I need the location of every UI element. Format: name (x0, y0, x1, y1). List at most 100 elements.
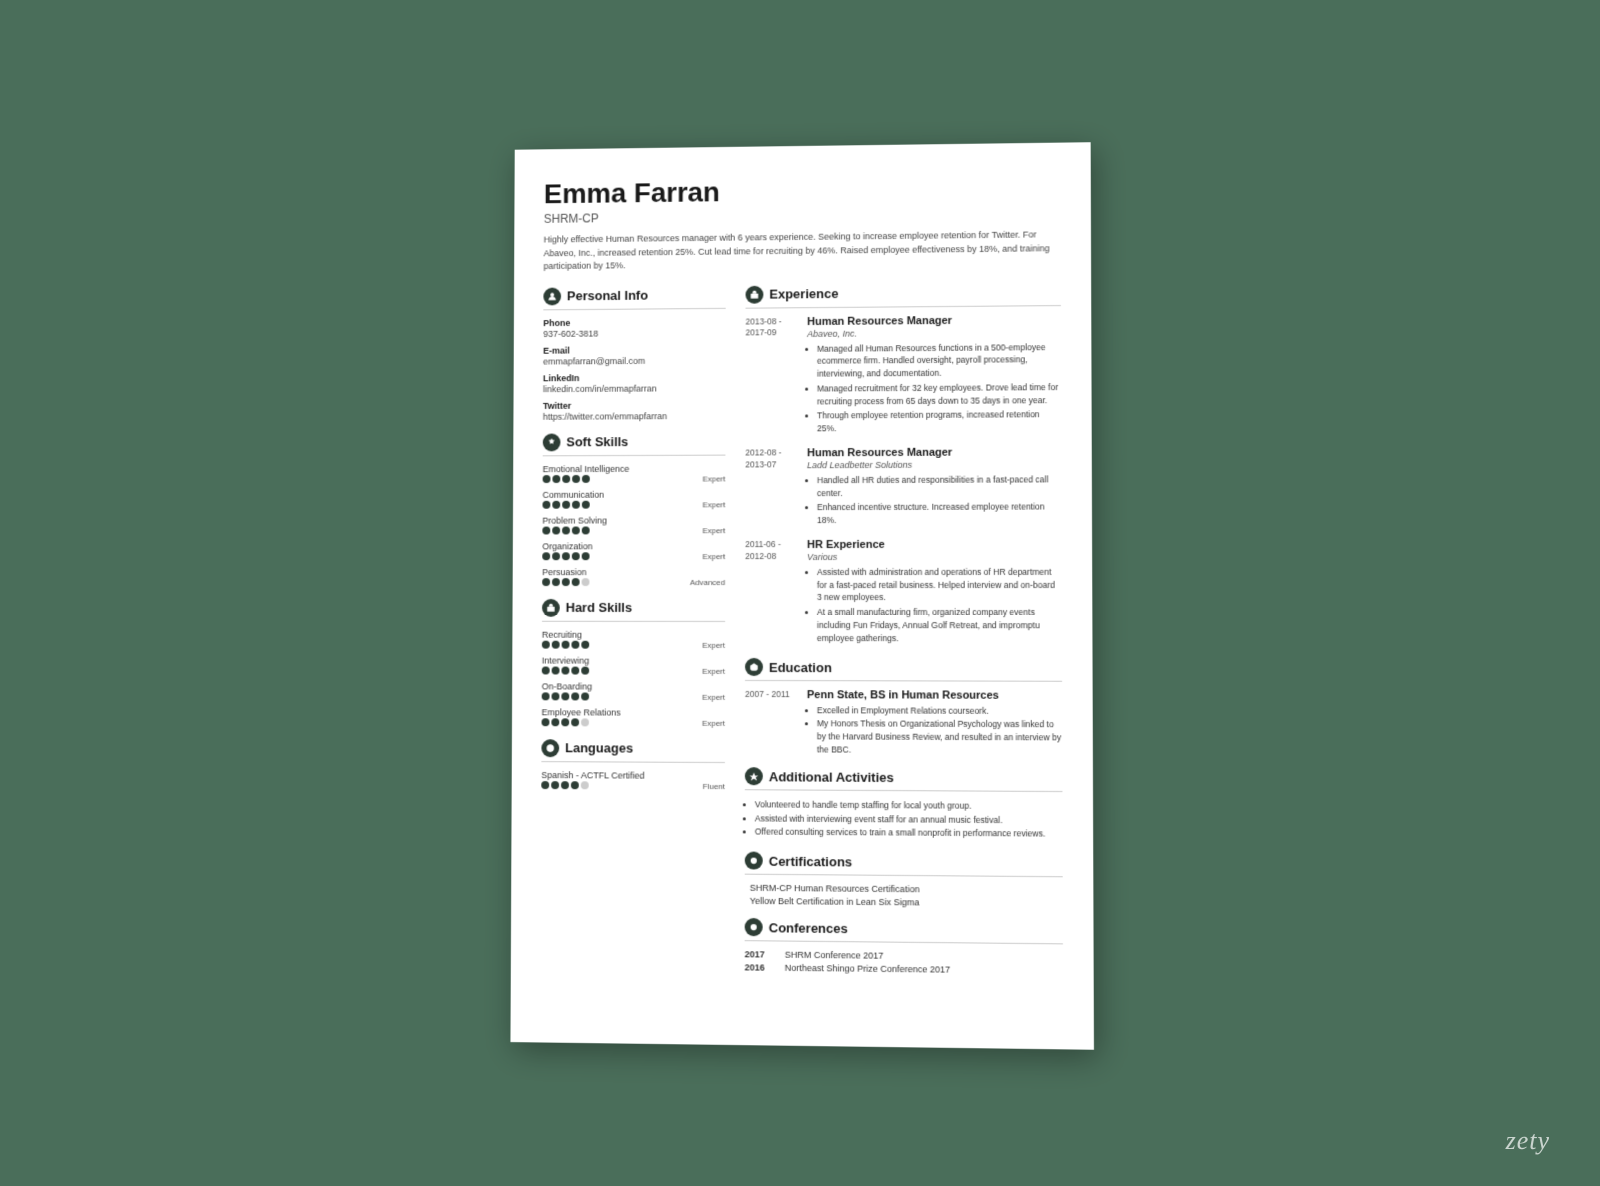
edu-bullets: Excelled in Employment Relations courseo… (807, 704, 1062, 756)
skill-dots-row: Expert (542, 666, 725, 675)
conf-name: SHRM Conference 2017 (785, 950, 884, 961)
languages-header: Languages (541, 739, 725, 763)
right-column: Experience 2013-08 - 2017-09 Human Resou… (745, 283, 1063, 979)
edu-bullet: Excelled in Employment Relations courseo… (817, 704, 1062, 718)
skill-row: Employee Relations Expert (542, 707, 725, 728)
experience-entry: 2011-06 - 2012-08 HR Experience Various … (745, 538, 1062, 646)
exp-bullets: Assisted with administration and operati… (807, 566, 1062, 645)
exp-dates: 2011-06 - 2012-08 (745, 539, 797, 646)
skill-level: Expert (702, 552, 725, 561)
language-dots-row: Fluent (541, 781, 725, 791)
skill-dots-row: Expert (542, 692, 725, 702)
exp-bullet: Managed recruitment for 32 key employees… (817, 381, 1061, 408)
exp-details: Human Resources Manager Abaveo, Inc. Man… (807, 314, 1061, 438)
conference-row: 2016 Northeast Shingo Prize Conference 2… (745, 962, 1063, 976)
skill-row: Persuasion Advanced (542, 567, 725, 587)
skill-name: On-Boarding (542, 681, 725, 691)
additional-activities-icon (745, 767, 763, 785)
certifications-title: Certifications (769, 853, 852, 869)
additional-activities-title: Additional Activities (769, 769, 894, 785)
skill-row: Interviewing Expert (542, 655, 725, 675)
hard-skills-icon (542, 598, 560, 616)
personal-info-title: Personal Info (567, 288, 648, 303)
soft-skills-title: Soft Skills (566, 434, 628, 449)
skill-dots-row: Expert (542, 718, 725, 728)
languages-icon (541, 739, 559, 757)
skill-level: Expert (702, 474, 725, 483)
skill-dots-row: Expert (542, 500, 725, 509)
skill-name: Organization (542, 541, 725, 551)
left-column: Personal Info Phone 937-602-3818 E-mail … (540, 286, 725, 976)
skill-name: Employee Relations (542, 707, 725, 718)
exp-bullet: At a small manufacturing firm, organized… (817, 606, 1062, 645)
language-name: Spanish - ACTFL Certified (541, 770, 725, 781)
languages-list: Spanish - ACTFL Certified Fluent (541, 770, 725, 791)
conf-year: 2016 (745, 962, 775, 972)
personal-info-icon (543, 287, 561, 305)
conferences-title: Conferences (769, 920, 848, 936)
personal-info-header: Personal Info (543, 286, 725, 310)
certifications-header: Certifications (745, 852, 1063, 878)
skill-dots-row: Expert (542, 552, 725, 561)
skill-row: Communication Expert (542, 489, 725, 509)
experience-list: 2013-08 - 2017-09 Human Resources Manage… (745, 314, 1062, 647)
exp-company: Various (807, 551, 1062, 561)
skill-name: Problem Solving (542, 515, 725, 525)
conferences-list: 2017 SHRM Conference 2017 2016 Northeast… (745, 949, 1063, 976)
experience-entry: 2012-08 - 2013-07 Human Resources Manage… (745, 446, 1061, 529)
skill-dots-row: Expert (542, 526, 725, 535)
conference-row: 2017 SHRM Conference 2017 (745, 949, 1063, 962)
skill-row: Recruiting Expert (542, 629, 725, 649)
email-label: E-mail (543, 344, 725, 355)
skill-level: Expert (702, 500, 725, 509)
email-value: emmapfarran@gmail.com (543, 355, 726, 366)
edu-details: Penn State, BS in Human Resources Excell… (807, 689, 1062, 756)
conf-year: 2017 (745, 949, 775, 959)
exp-bullet: Enhanced incentive structure. Increased … (817, 501, 1062, 527)
exp-details: HR Experience Various Assisted with admi… (807, 538, 1062, 646)
exp-dates: 2013-08 - 2017-09 (745, 316, 797, 438)
exp-bullets: Managed all Human Resources functions in… (807, 341, 1061, 436)
exp-job-title: HR Experience (807, 538, 1062, 550)
linkedin-label: LinkedIn (543, 372, 726, 383)
edu-degree: Penn State, BS in Human Resources (807, 689, 1062, 702)
exp-bullet: Managed all Human Resources functions in… (817, 341, 1061, 381)
additional-activities-list: Volunteered to handle temp staffing for … (745, 799, 1063, 842)
exp-job-title: Human Resources Manager (807, 314, 1061, 328)
skill-level: Advanced (690, 578, 725, 587)
experience-icon (746, 285, 764, 303)
resume-card: Emma Farran SHRM-CP Highly effective Hum… (510, 142, 1094, 1050)
hard-skills-header: Hard Skills (542, 598, 725, 621)
edu-dates: 2007 - 2011 (745, 689, 797, 755)
education-list: 2007 - 2011 Penn State, BS in Human Reso… (745, 689, 1062, 757)
page-wrapper: Emma Farran SHRM-CP Highly effective Hum… (0, 0, 1600, 1186)
soft-skills-header: Soft Skills (543, 432, 726, 456)
skill-level: Expert (702, 666, 725, 675)
personal-info-section: Phone 937-602-3818 E-mail emmapfarran@gm… (543, 316, 726, 421)
resume-name: Emma Farran (544, 172, 1061, 210)
phone-value: 937-602-3818 (543, 327, 725, 338)
skill-dots-row: Expert (543, 474, 726, 484)
skill-name: Emotional Intelligence (543, 463, 726, 474)
certifications-icon (745, 852, 763, 870)
conf-name: Northeast Shingo Prize Conference 2017 (785, 963, 951, 975)
resume-header: Emma Farran SHRM-CP Highly effective Hum… (544, 172, 1061, 273)
education-icon (745, 658, 763, 676)
phone-label: Phone (543, 316, 725, 327)
soft-skills-list: Emotional Intelligence Expert Communicat… (542, 463, 725, 587)
languages-title: Languages (565, 740, 633, 755)
additional-activities-header: Additional Activities (745, 767, 1063, 792)
hard-skills-title: Hard Skills (566, 600, 632, 615)
skill-name: Communication (543, 489, 726, 499)
skill-name: Persuasion (542, 567, 725, 577)
two-col-layout: Personal Info Phone 937-602-3818 E-mail … (540, 283, 1063, 979)
education-header: Education (745, 658, 1062, 682)
experience-title: Experience (769, 286, 838, 301)
exp-company: Abaveo, Inc. (807, 327, 1061, 339)
exp-bullet: Assisted with administration and operati… (817, 566, 1062, 605)
linkedin-value: linkedin.com/in/emmapfarran (543, 383, 726, 394)
conferences-header: Conferences (745, 918, 1063, 944)
twitter-value: https://twitter.com/emmapfarran (543, 410, 726, 421)
experience-header: Experience (746, 283, 1061, 309)
exp-job-title: Human Resources Manager (807, 446, 1061, 459)
